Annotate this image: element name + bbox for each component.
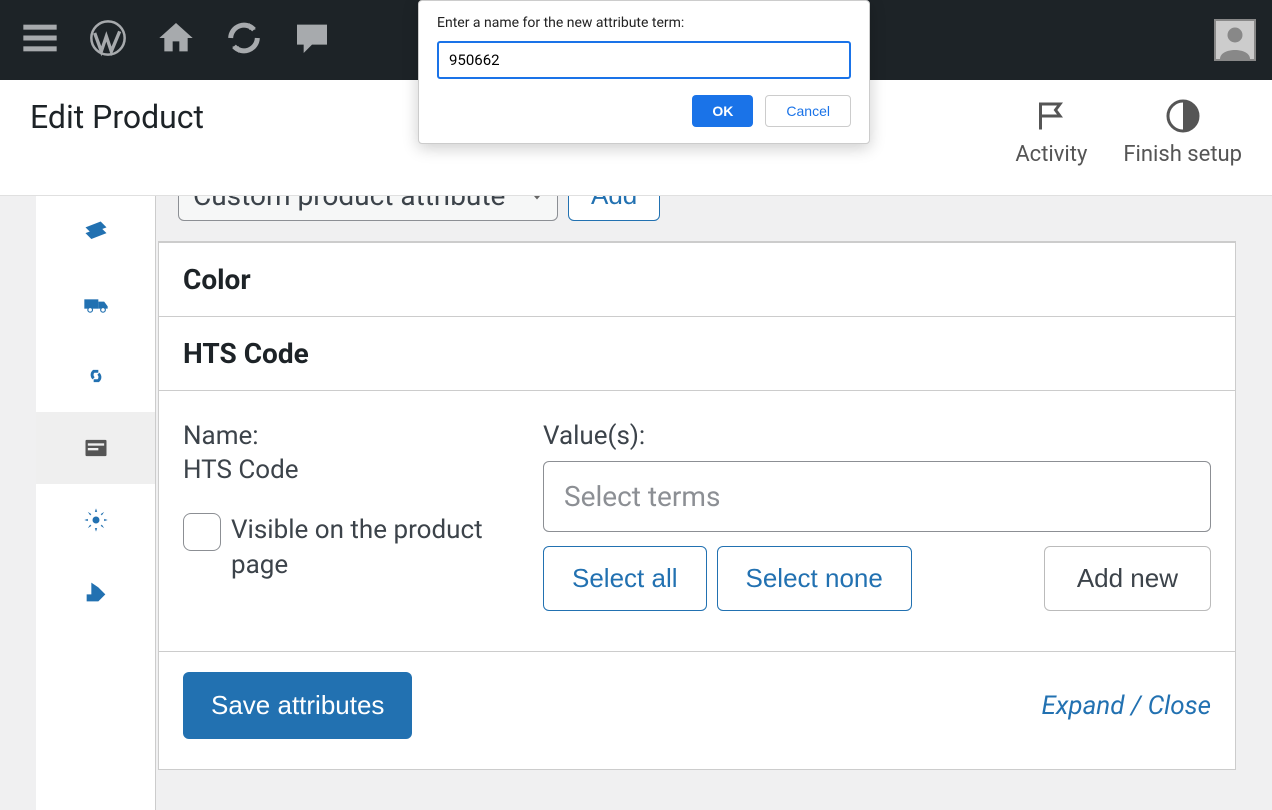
finish-setup-button[interactable]: Finish setup [1123, 98, 1242, 167]
dialog-input[interactable] [437, 41, 851, 79]
side-tab-general[interactable] [36, 196, 155, 268]
attribute-select-label: Custom product attribute [193, 196, 505, 212]
side-tab-linked[interactable] [36, 340, 155, 412]
expand-close-control: Expand / Close [1042, 691, 1211, 721]
save-attributes-button[interactable]: Save attributes [183, 672, 412, 739]
name-value: HTS Code [183, 455, 543, 485]
close-link[interactable]: Close [1148, 691, 1211, 721]
select-all-button[interactable]: Select all [543, 546, 707, 611]
dialog-prompt: Enter a name for the new attribute term: [437, 15, 851, 31]
values-label: Value(s): [543, 421, 1211, 451]
visible-checkbox[interactable] [183, 513, 221, 551]
wordpress-logo-icon[interactable] [88, 18, 128, 62]
attribute-row-hts[interactable]: HTS Code [159, 317, 1235, 391]
home-icon[interactable] [156, 18, 196, 62]
select-terms-input[interactable]: Select terms [543, 461, 1211, 532]
side-tab-shipping[interactable] [36, 268, 155, 340]
visible-label: Visible on the product page [231, 513, 543, 583]
hamburger-menu-icon[interactable] [20, 18, 60, 62]
new-attribute-term-dialog: Enter a name for the new attribute term:… [418, 0, 870, 144]
activity-button[interactable]: Activity [1015, 98, 1087, 167]
add-new-term-button[interactable]: Add new [1044, 546, 1211, 611]
add-attribute-button[interactable]: Add [568, 196, 660, 221]
user-avatar[interactable] [1214, 19, 1256, 61]
dialog-cancel-button[interactable]: Cancel [765, 95, 851, 127]
activity-label: Activity [1015, 142, 1087, 167]
updates-icon[interactable] [224, 18, 264, 62]
dialog-ok-button[interactable]: OK [692, 95, 753, 127]
side-tab-get-more[interactable] [36, 556, 155, 628]
page-title: Edit Product [30, 98, 204, 136]
finish-setup-label: Finish setup [1123, 142, 1242, 167]
select-none-button[interactable]: Select none [717, 546, 912, 611]
expand-link[interactable]: Expand [1042, 691, 1125, 721]
side-tab-attributes[interactable] [36, 412, 155, 484]
attribute-type-select[interactable]: Custom product attribute [178, 196, 558, 221]
side-tab-advanced[interactable] [36, 484, 155, 556]
name-label: Name: [183, 421, 543, 451]
attribute-row-color[interactable]: Color [159, 242, 1235, 317]
comments-icon[interactable] [292, 18, 332, 62]
